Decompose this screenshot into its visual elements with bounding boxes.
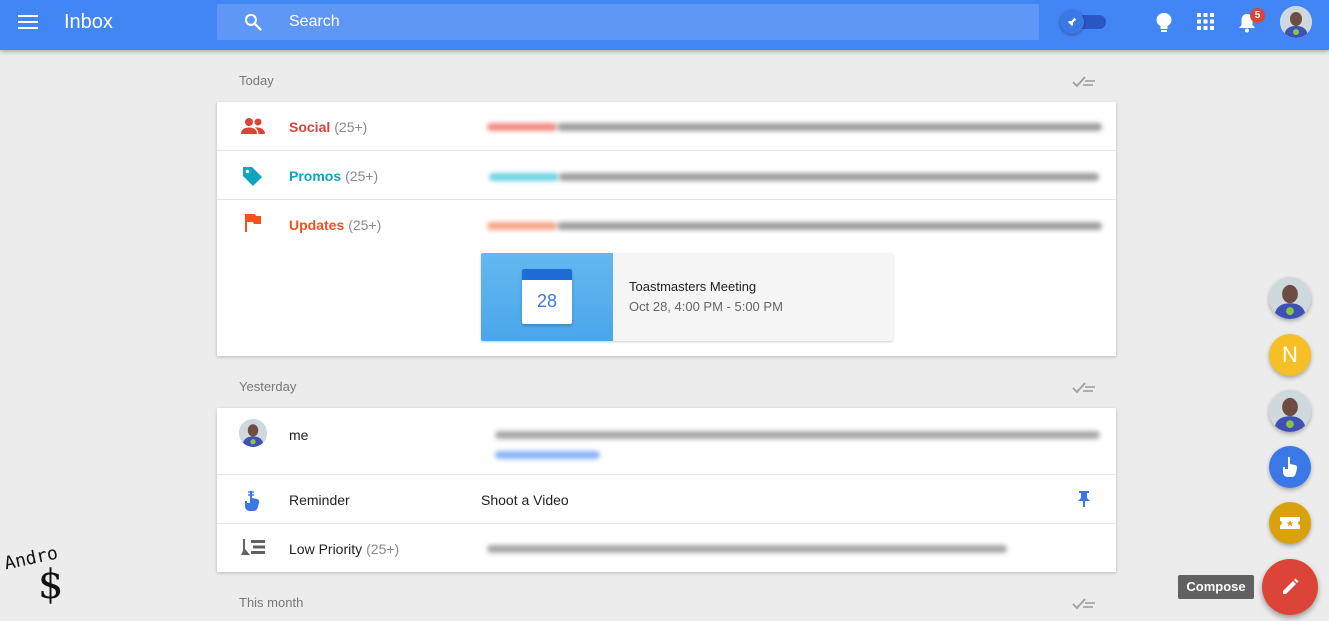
sender-name: me <box>289 427 309 443</box>
bundle-label: Social <box>289 119 331 135</box>
low-priority-icon <box>241 539 265 560</box>
sweep-done-icon[interactable] <box>1072 75 1096 94</box>
blurred-sender <box>487 222 557 230</box>
bundle-name: Promos (25+) <box>289 168 378 184</box>
sweep-done-icon[interactable] <box>1072 597 1096 616</box>
blurred-preview <box>557 222 1102 230</box>
section-label-yesterday: Yesterday <box>239 379 297 394</box>
sender-avatar <box>239 419 267 447</box>
app-title: Inbox <box>64 11 113 33</box>
search-input[interactable]: Search <box>217 4 1039 40</box>
bundle-label: Updates <box>289 217 345 233</box>
blurred-preview <box>557 123 1102 131</box>
andro-watermark: Andro $ <box>2 543 94 616</box>
blurred-preview <box>559 173 1099 181</box>
bundle-name: Low Priority (25+) <box>289 541 399 557</box>
bundle-label: Promos <box>289 168 342 184</box>
reminder-finger-icon <box>1283 457 1298 477</box>
pin-icon <box>1067 17 1077 27</box>
blurred-attachment <box>495 451 600 459</box>
bundle-label: Low Priority <box>289 541 363 557</box>
reminder-label: Reminder <box>289 492 350 508</box>
pin-icon[interactable] <box>1077 491 1091 512</box>
trips-rail-button[interactable] <box>1269 502 1311 544</box>
ticket-icon <box>1280 517 1300 529</box>
search-icon <box>244 13 262 31</box>
tag-icon <box>241 165 263 192</box>
bundle-row-low-priority[interactable]: Low Priority (25+) <box>217 524 1116 572</box>
bundle-name: Social (25+) <box>289 119 367 135</box>
contact-initial-rail[interactable]: N <box>1269 334 1311 376</box>
menu-icon[interactable] <box>18 15 38 29</box>
bundle-row-promos[interactable]: Promos (25+) <box>217 151 1116 200</box>
bundle-count: (25+) <box>334 119 368 135</box>
people-icon <box>241 117 265 140</box>
toggle-knob <box>1060 10 1084 34</box>
email-row[interactable]: me <box>217 408 1116 475</box>
bundle-name: Updates (25+) <box>289 217 381 233</box>
keep-icon[interactable] <box>1155 12 1173 37</box>
bundle-row-social[interactable]: Social (25+) <box>217 102 1116 151</box>
apps-grid-icon[interactable] <box>1197 13 1214 35</box>
event-illustration: 28 <box>481 253 613 341</box>
calendar-icon: 28 <box>522 269 572 324</box>
notification-count-badge: 5 <box>1250 8 1265 23</box>
yesterday-card: me Reminder Shoot a Video Low Priority (… <box>217 408 1116 572</box>
flag-icon <box>245 214 261 237</box>
reminder-rail-button[interactable] <box>1269 446 1311 488</box>
pinned-toggle[interactable] <box>1058 10 1106 34</box>
bundle-count: (25+) <box>348 217 382 233</box>
event-time: Oct 28, 4:00 PM - 5:00 PM <box>629 299 783 314</box>
watermark-dollar: $ <box>38 562 64 608</box>
bundle-count: (25+) <box>345 168 379 184</box>
reminder-finger-icon <box>243 489 261 516</box>
bundle-count: (25+) <box>366 541 400 557</box>
contact-avatar-rail[interactable] <box>1269 277 1311 319</box>
sweep-done-icon[interactable] <box>1072 381 1096 400</box>
top-app-bar: Inbox Search 5 <box>0 0 1329 50</box>
search-placeholder: Search <box>289 13 340 30</box>
event-card[interactable]: 28 Toastmasters Meeting Oct 28, 4:00 PM … <box>481 253 893 341</box>
compose-button[interactable] <box>1262 559 1318 615</box>
blurred-preview <box>487 545 1007 553</box>
section-label-today: Today <box>239 73 274 88</box>
blurred-preview <box>495 431 1100 439</box>
event-title: Toastmasters Meeting <box>629 279 757 294</box>
reminder-row[interactable]: Reminder Shoot a Video <box>217 475 1116 524</box>
today-card: Social(25+) Promos(25+) Updates(25+) <box>217 102 1116 356</box>
event-day: 28 <box>536 291 558 311</box>
blurred-sender <box>489 173 559 181</box>
blurred-sender <box>487 123 557 131</box>
section-label-this-month: This month <box>239 595 304 610</box>
reminder-text: Shoot a Video <box>481 492 569 508</box>
contact-avatar-rail[interactable] <box>1269 390 1311 432</box>
account-avatar[interactable] <box>1280 6 1312 38</box>
bundle-row-updates[interactable]: Updates (25+) 28 Toastmasters Meeting Oct… <box>217 200 1116 356</box>
compose-tooltip: Compose <box>1178 575 1254 599</box>
pencil-icon <box>1283 578 1299 594</box>
